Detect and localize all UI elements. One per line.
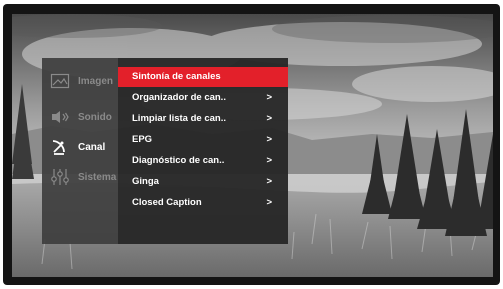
menu-item-label: Ginga: [132, 176, 159, 187]
chevron-right-icon: >: [266, 134, 272, 145]
picture-icon: [50, 73, 70, 89]
sidebar-item-sonido[interactable]: Sonido: [42, 104, 118, 130]
chevron-right-icon: >: [266, 197, 272, 208]
menu-item-limpiar-lista-de-canales[interactable]: Limpiar lista de can.. >: [118, 109, 288, 129]
menu-item-label: Limpiar lista de can..: [132, 113, 226, 124]
sidebar-item-imagen[interactable]: Imagen: [42, 68, 118, 94]
menu-item-label: Diagnóstico de can..: [132, 155, 225, 166]
chevron-right-icon: >: [266, 92, 272, 103]
sidebar-item-label: Sistema: [78, 171, 117, 183]
menu-item-ginga[interactable]: Ginga >: [118, 172, 288, 192]
chevron-right-icon: >: [266, 113, 272, 124]
tv-bezel: Imagen Sonido Canal Sistema Sintonía de …: [3, 4, 500, 285]
menu-item-label: Closed Caption: [132, 197, 202, 208]
sliders-icon: [51, 169, 69, 185]
chevron-right-icon: >: [266, 155, 272, 166]
chevron-right-icon: >: [266, 176, 272, 187]
settings-menu: Imagen Sonido Canal Sistema Sintonía de …: [42, 58, 288, 244]
menu-item-label: Organizador de can..: [132, 92, 226, 103]
speaker-icon: [52, 111, 69, 123]
tv-screen: Imagen Sonido Canal Sistema Sintonía de …: [12, 14, 493, 277]
menu-item-closed-caption[interactable]: Closed Caption >: [118, 193, 288, 213]
sidebar-item-canal[interactable]: Canal: [42, 134, 118, 160]
sidebar-item-sistema[interactable]: Sistema: [42, 164, 118, 190]
settings-sidebar: Imagen Sonido Canal Sistema: [42, 58, 118, 244]
sidebar-item-label: Sonido: [78, 111, 112, 123]
menu-item-sintonia-de-canales[interactable]: Sintonía de canales: [118, 67, 288, 87]
channel-submenu: Sintonía de canales Organizador de can..…: [118, 58, 288, 244]
menu-item-diagnostico-de-canales[interactable]: Diagnóstico de can.. >: [118, 151, 288, 171]
sidebar-item-label: Canal: [78, 141, 106, 153]
menu-item-epg[interactable]: EPG >: [118, 130, 288, 150]
menu-item-organizador-de-canales[interactable]: Organizador de can.. >: [118, 88, 288, 108]
menu-item-label: Sintonía de canales: [132, 71, 221, 82]
sidebar-item-label: Imagen: [78, 75, 114, 87]
satellite-icon: [52, 140, 65, 155]
menu-item-label: EPG: [132, 134, 153, 145]
